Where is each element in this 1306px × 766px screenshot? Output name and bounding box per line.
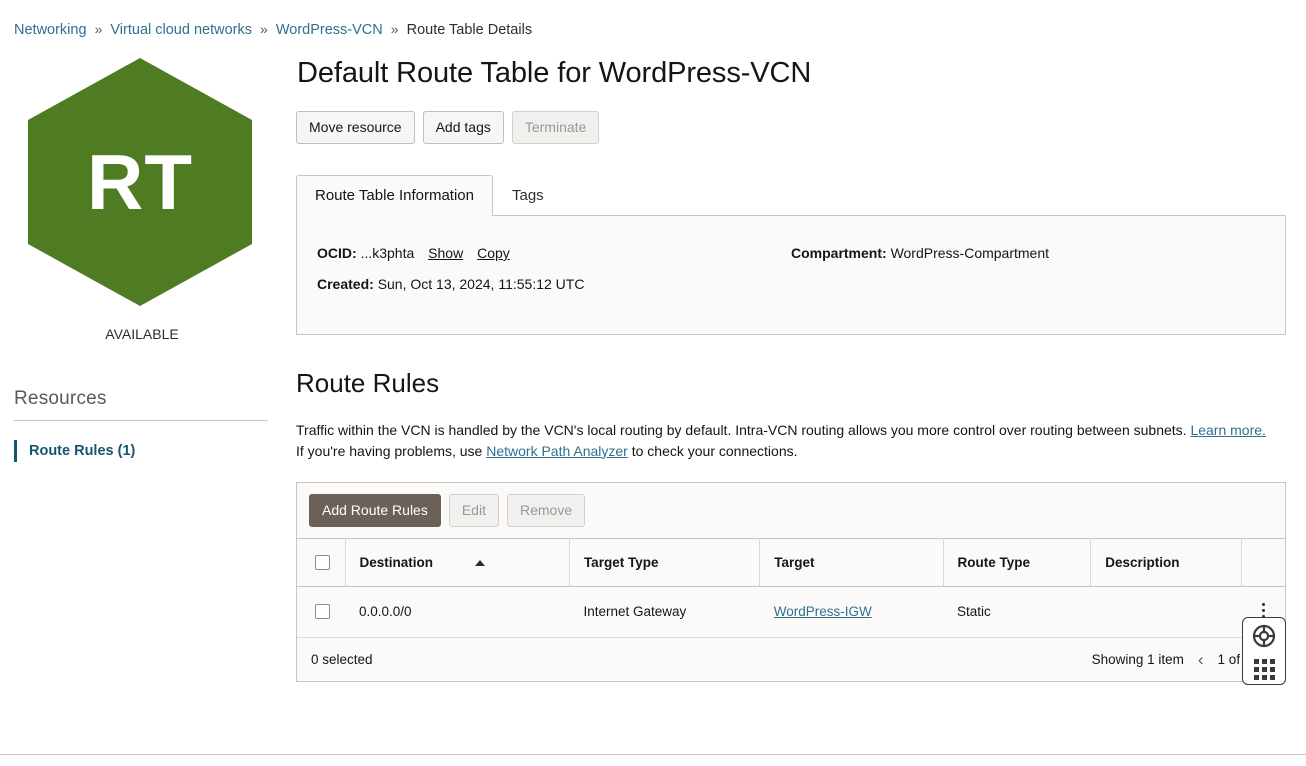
previous-page-icon[interactable]: ‹ (1198, 651, 1204, 668)
column-header-destination-label: Destination (359, 554, 434, 570)
target-link[interactable]: WordPress-IGW (774, 604, 872, 619)
table-body: 0.0.0.0/0 Internet Gateway WordPress-IGW… (297, 586, 1285, 638)
column-header-route-type[interactable]: Route Type (943, 537, 1092, 587)
breadcrumb-separator: » (390, 21, 399, 37)
column-header-description[interactable]: Description (1090, 537, 1242, 587)
edit-button[interactable]: Edit (448, 493, 499, 527)
move-resource-button[interactable]: Move resource (296, 111, 415, 144)
description-line-2-text: If you're having problems, use (296, 442, 487, 459)
cell-target: WordPress-IGW (759, 586, 944, 638)
cell-route-type: Static (943, 586, 1091, 638)
route-rules-table-container: Add Route Rules Edit Remove Destination … (296, 481, 1286, 682)
active-indicator-bar (14, 440, 17, 462)
tab-bar: Route Table Information Tags (296, 174, 1286, 217)
hexagon-shape: RT (28, 58, 252, 306)
tab-route-table-information[interactable]: Route Table Information (296, 175, 493, 217)
drag-handle-dots-icon[interactable] (1253, 658, 1275, 680)
help-widget[interactable] (1242, 617, 1286, 685)
table-header-row: Destination Target Type Target Route Typ… (297, 537, 1285, 587)
resources-heading: Resources (14, 388, 107, 409)
network-path-analyzer-link[interactable]: Network Path Analyzer (486, 443, 628, 459)
column-header-target-type[interactable]: Target Type (569, 537, 761, 587)
compartment-label: Compartment: (791, 245, 887, 261)
ocid-label: OCID: (317, 245, 357, 261)
remove-button[interactable]: Remove (506, 493, 586, 527)
tab-tags[interactable]: Tags (493, 175, 563, 216)
resource-abbreviation: RT (87, 138, 193, 226)
cell-destination: 0.0.0.0/0 (345, 586, 570, 638)
learn-more-link[interactable]: Learn more. (1190, 422, 1265, 438)
sort-ascending-icon[interactable] (474, 560, 485, 567)
breadcrumb: Networking » Virtual cloud networks » Wo… (14, 20, 532, 39)
breadcrumb-item-current: Route Table Details (406, 22, 533, 38)
cell-description (1090, 586, 1241, 638)
info-column-right: Compartment: WordPress-Compartment (791, 242, 1265, 312)
description-line-2-suffix: to check your connections. (627, 442, 798, 459)
divider (14, 420, 268, 421)
compartment-field: Compartment: WordPress-Compartment (791, 242, 1265, 264)
column-header-target[interactable]: Target (759, 537, 944, 587)
compartment-value: WordPress-Compartment (890, 245, 1050, 261)
row-select-cell (297, 586, 345, 638)
info-column-left: OCID: ...k3phta Show Copy Created: Sun, … (317, 242, 791, 312)
breadcrumb-separator: » (260, 21, 268, 37)
terminate-button[interactable]: Terminate (511, 111, 600, 144)
table-header: Destination Target Type Target Route Typ… (297, 537, 1285, 587)
route-table-details-page: Networking » Virtual cloud networks » Wo… (0, 0, 1306, 766)
cell-target-type: Internet Gateway (569, 586, 760, 638)
breadcrumb-separator: » (94, 21, 103, 37)
table-footer: 0 selected Showing 1 item ‹ 1 of 1 › (297, 637, 1285, 681)
main-content: Default Route Table for WordPress-VCN Mo… (296, 56, 1286, 682)
created-value: Sun, Oct 13, 2024, 11:55:12 UTC (377, 276, 585, 292)
selection-count: 0 selected (311, 651, 373, 667)
breadcrumb-item-networking[interactable]: Networking (14, 22, 87, 38)
table-toolbar: Add Route Rules Edit Remove (297, 482, 1285, 538)
resource-badge: RT (14, 58, 270, 310)
header-action-buttons: Move resource Add tags Terminate (296, 111, 1286, 144)
page-title: Default Route Table for WordPress-VCN (297, 57, 812, 89)
route-rules-heading: Route Rules (296, 368, 440, 398)
add-route-rules-button[interactable]: Add Route Rules (309, 493, 441, 527)
sidebar-item-route-rules[interactable]: Route Rules (1) (14, 439, 270, 463)
route-rules-table: Destination Target Type Target Route Typ… (297, 537, 1285, 638)
status-badge: AVAILABLE (105, 326, 179, 342)
column-header-destination[interactable]: Destination (345, 537, 570, 587)
column-header-actions (1241, 537, 1285, 587)
select-all-checkbox[interactable] (315, 554, 330, 570)
sidebar-item-label: Route Rules (1) (29, 443, 136, 459)
ocid-copy-link[interactable]: Copy (477, 245, 510, 261)
description-line-1-text: Traffic within the VCN is handled by the… (296, 421, 1191, 438)
ocid-field: OCID: ...k3phta Show Copy (317, 242, 791, 264)
created-label: Created: (317, 276, 374, 292)
created-field: Created: Sun, Oct 13, 2024, 11:55:12 UTC (317, 273, 791, 295)
select-all-header (297, 537, 346, 587)
table-row[interactable]: 0.0.0.0/0 Internet Gateway WordPress-IGW… (297, 586, 1285, 638)
showing-count: Showing 1 item (1091, 651, 1184, 667)
ocid-value: ...k3phta (360, 245, 415, 261)
breadcrumb-item-wordpress-vcn[interactable]: WordPress-VCN (276, 22, 383, 38)
add-tags-button[interactable]: Add tags (422, 111, 504, 144)
ocid-show-link[interactable]: Show (428, 245, 463, 261)
page-bottom-divider (0, 754, 1306, 755)
route-rules-description: Traffic within the VCN is handled by the… (296, 420, 1286, 462)
row-checkbox[interactable] (315, 604, 330, 620)
left-sidebar: RT AVAILABLE Resources Route Rules (1) (14, 58, 270, 463)
route-table-information-panel: OCID: ...k3phta Show Copy Created: Sun, … (296, 215, 1286, 335)
life-ring-icon (1252, 624, 1276, 653)
breadcrumb-item-virtual-cloud-networks[interactable]: Virtual cloud networks (110, 22, 252, 38)
